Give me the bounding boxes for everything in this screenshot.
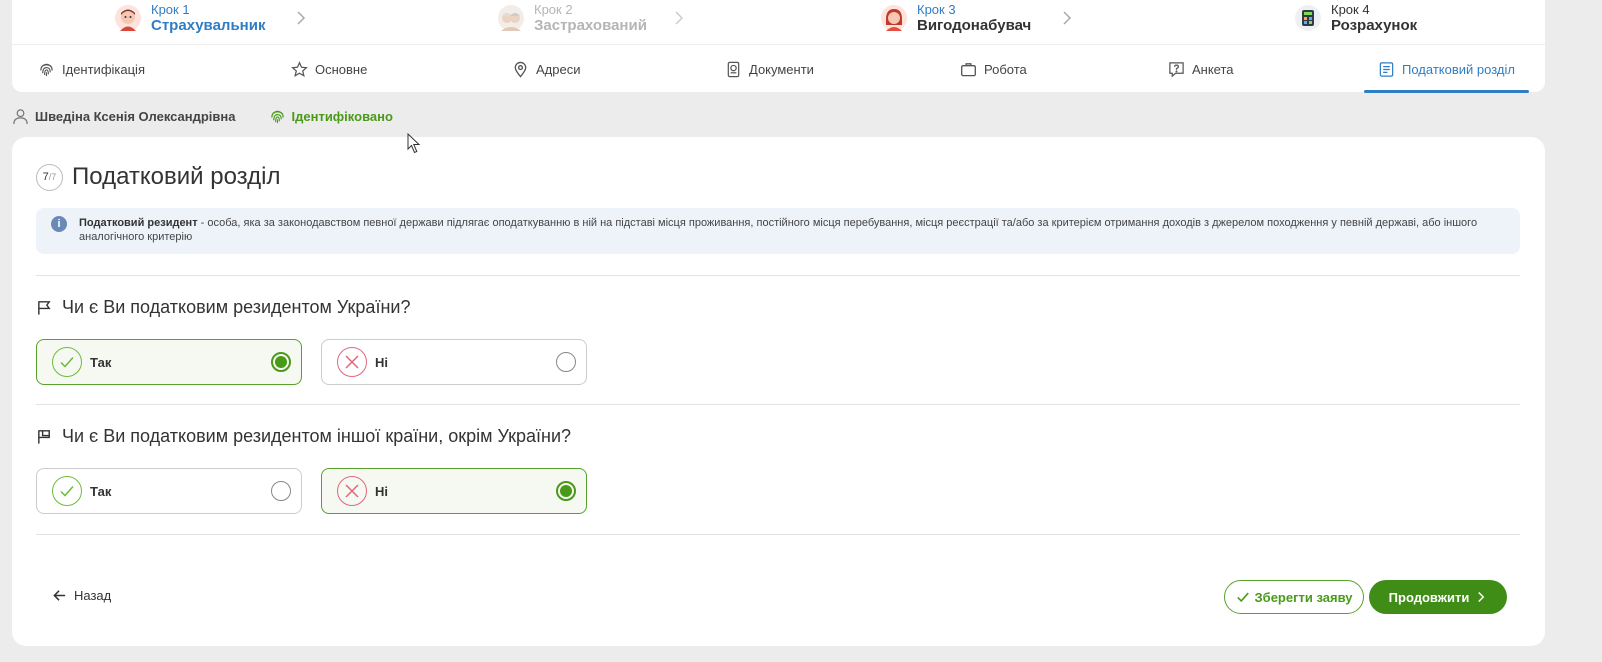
- flag-alt-icon: [38, 430, 50, 444]
- info-term: Податковий резидент: [79, 217, 198, 229]
- question-text: Чи є Ви податковим резидентом України?: [62, 297, 411, 317]
- tab-label: Ідентифікація: [62, 61, 145, 77]
- tab-identification[interactable]: Ідентифікація: [38, 46, 145, 92]
- radio-button[interactable]: [271, 481, 291, 501]
- tab-label: Анкета: [1192, 61, 1234, 77]
- divider: [36, 275, 1520, 276]
- tab-label: Податковий розділ: [1402, 61, 1515, 77]
- tab-label: Робота: [984, 61, 1027, 77]
- tab-label: Адреси: [536, 61, 581, 77]
- info-banner: i Податковий резидент - особа, яка за за…: [36, 208, 1520, 254]
- user-bar: Шведіна Ксенія Олександрівна Ідентифіков…: [12, 105, 393, 127]
- chevron-right-icon: [1063, 11, 1072, 25]
- save-application-button[interactable]: Зберегти заяву: [1224, 580, 1364, 614]
- cross-icon: [337, 476, 367, 506]
- option-label: Так: [90, 354, 112, 370]
- passport-icon: [727, 61, 740, 77]
- option-label: Ні: [375, 354, 388, 370]
- q1-option-no[interactable]: Ні: [321, 339, 587, 385]
- divider: [36, 404, 1520, 405]
- step-number: Крок 2: [534, 2, 573, 17]
- check-icon: [1236, 592, 1249, 603]
- chevron-right-icon: [297, 11, 306, 25]
- q1-option-yes[interactable]: Так: [36, 339, 302, 385]
- step-name: Страхувальник: [151, 17, 266, 34]
- cross-icon: [337, 347, 367, 377]
- tab-label: Основне: [315, 61, 368, 77]
- mouse-cursor-icon: [407, 133, 421, 154]
- step-2[interactable]: Крок 2 Застрахований: [498, 0, 687, 36]
- step-name: Вигодонабувач: [917, 17, 1032, 34]
- option-label: Ні: [375, 483, 388, 499]
- step-name: Застрахований: [534, 17, 647, 34]
- avatar-female-icon: [881, 5, 907, 31]
- check-icon: [52, 476, 82, 506]
- tab-work[interactable]: Робота: [960, 46, 1027, 92]
- info-icon: i: [51, 216, 67, 232]
- step-4[interactable]: Крок 4 Розрахунок: [1295, 0, 1417, 36]
- step-number: Крок 3: [917, 2, 956, 17]
- user-name: Шведіна Ксенія Олександрівна: [12, 108, 236, 125]
- back-button[interactable]: Назад: [52, 588, 111, 603]
- check-icon: [52, 347, 82, 377]
- fingerprint-icon: [270, 110, 284, 123]
- question-ukraine-resident: Чи є Ви податковим резидентом України?: [36, 297, 410, 318]
- calculator-icon: [1295, 5, 1321, 31]
- step-1[interactable]: Крок 1 Страхувальник: [115, 0, 309, 36]
- question-icon: [1169, 61, 1184, 77]
- user-icon: [13, 108, 28, 124]
- chevron-right-icon: [1478, 591, 1485, 603]
- section-tabs: Ідентифікація Основне Адреси Документи Р…: [12, 46, 1545, 93]
- tab-addresses[interactable]: Адреси: [512, 46, 580, 92]
- map-pin-icon: [514, 61, 527, 78]
- step-progress-badge: 7/7: [36, 163, 63, 191]
- back-button-label: Назад: [74, 588, 112, 603]
- option-label: Так: [90, 483, 112, 499]
- radio-button[interactable]: [271, 352, 291, 372]
- briefcase-icon: [961, 62, 976, 76]
- arrow-left-icon: [53, 590, 66, 601]
- step-total: /7: [48, 172, 57, 182]
- chevron-right-icon: [675, 11, 683, 25]
- page-title: Податковий розділ: [72, 163, 281, 190]
- step-number: Крок 4: [1331, 2, 1370, 17]
- flag-icon: [38, 301, 51, 315]
- radio-button[interactable]: [556, 481, 576, 501]
- step-3[interactable]: Крок 3 Вигодонабувач: [881, 0, 1075, 36]
- q2-option-no[interactable]: Ні: [321, 468, 587, 514]
- top-navigation-card: Крок 1 Страхувальник Крок 2 Застраховани…: [12, 0, 1545, 93]
- q2-option-yes[interactable]: Так: [36, 468, 302, 514]
- identified-status: Ідентифіковано: [269, 108, 393, 125]
- question-text: Чи є Ви податковим резидентом іншої краї…: [62, 426, 572, 446]
- divider: [36, 534, 1520, 535]
- save-button-label: Зберегти заяву: [1254, 589, 1353, 605]
- user-name-text: Шведіна Ксенія Олександрівна: [35, 108, 236, 124]
- info-text: - особа, яка за законодавством певної де…: [79, 217, 1478, 243]
- step-number: Крок 1: [151, 2, 190, 17]
- tab-tax-section[interactable]: Податковий розділ: [1364, 46, 1529, 93]
- tax-section-card: 7/7 Податковий розділ i Податковий резид…: [12, 137, 1545, 646]
- continue-button[interactable]: Продовжити: [1369, 580, 1507, 614]
- question-other-country-resident: Чи є Ви податковим резидентом іншої краї…: [36, 426, 571, 447]
- continue-button-label: Продовжити: [1388, 589, 1470, 605]
- document-icon: [1379, 61, 1394, 77]
- stepper: Крок 1 Страхувальник Крок 2 Застраховани…: [12, 0, 1545, 45]
- tab-main[interactable]: Основне: [291, 46, 367, 92]
- avatar-couple-icon: [498, 5, 524, 31]
- fingerprint-icon: [40, 63, 53, 76]
- radio-button[interactable]: [556, 352, 576, 372]
- tab-label: Документи: [749, 61, 814, 77]
- star-icon: [291, 60, 308, 77]
- tab-documents[interactable]: Документи: [725, 46, 814, 92]
- section-header: 7/7 Податковий розділ: [36, 163, 280, 191]
- tab-questionnaire[interactable]: Анкета: [1168, 46, 1234, 92]
- avatar-male-icon: [115, 5, 141, 31]
- step-name: Розрахунок: [1331, 17, 1418, 34]
- identified-status-text: Ідентифіковано: [291, 108, 393, 124]
